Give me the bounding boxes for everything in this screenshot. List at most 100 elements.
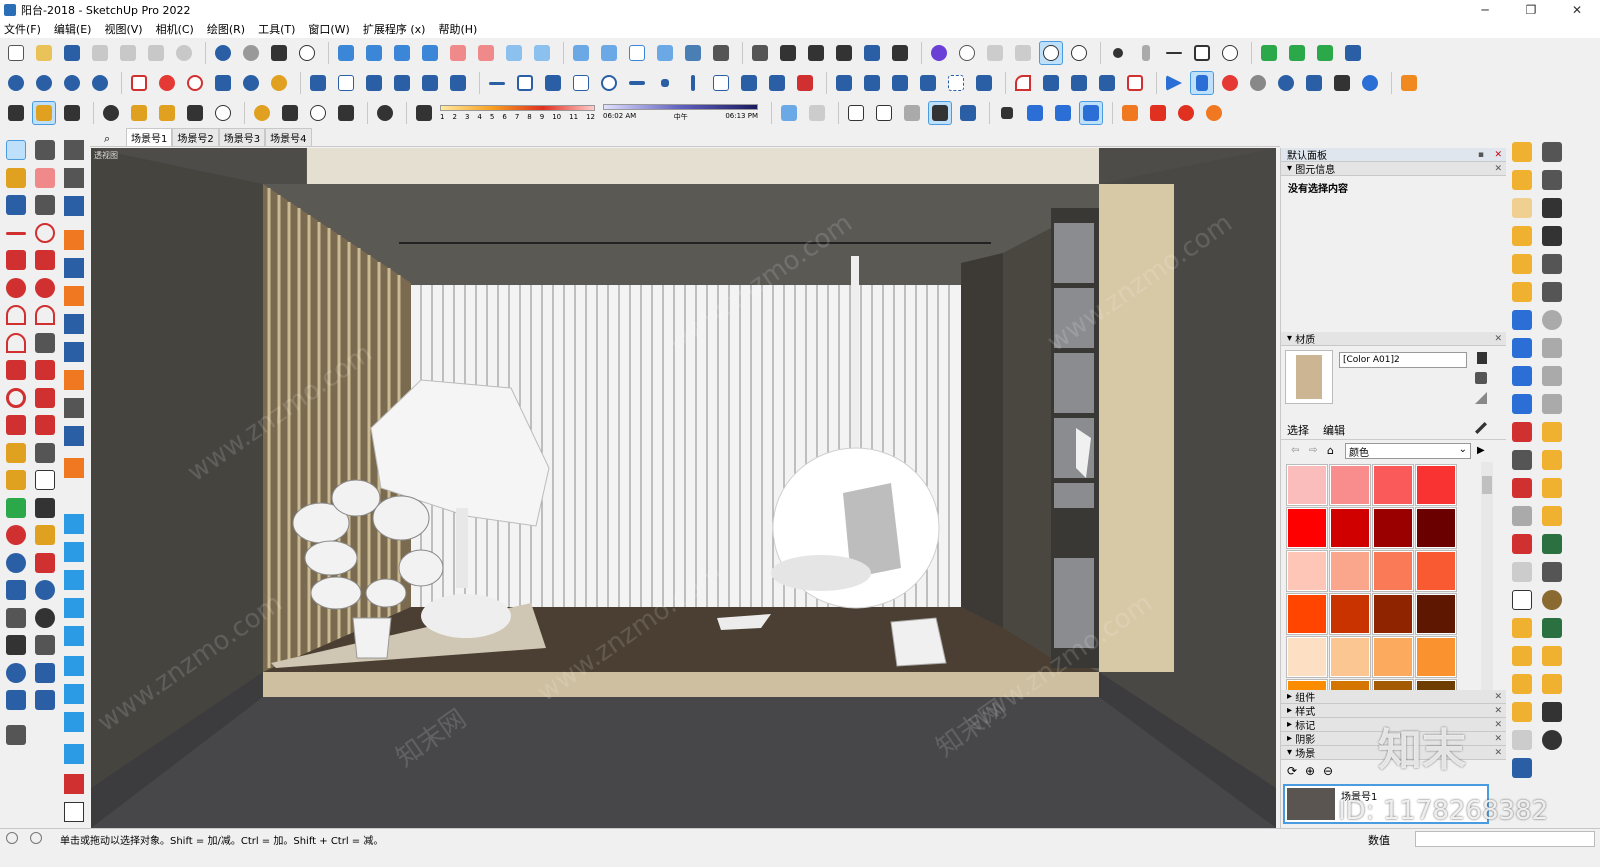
info-icon[interactable]: [306, 101, 330, 125]
cloud-sync-icon[interactable]: [88, 71, 112, 95]
stair2-blue-icon[interactable]: [64, 598, 84, 618]
face-style-2-icon[interactable]: [872, 101, 896, 125]
tab-edit[interactable]: 编辑: [1323, 422, 1345, 438]
pipe-tool-icon[interactable]: [1542, 142, 1562, 162]
rotate-tool-icon[interactable]: [6, 387, 26, 408]
scene-tab-3[interactable]: 场景号3: [218, 128, 266, 146]
details-arrow-icon[interactable]: ▶: [1477, 445, 1485, 456]
paste-icon[interactable]: [144, 41, 168, 65]
orange-tool-2-icon[interactable]: [1146, 101, 1170, 125]
chrome-icon[interactable]: [267, 71, 291, 95]
fillet-icon[interactable]: [1011, 71, 1035, 95]
rectangle-tool-icon[interactable]: [6, 250, 26, 270]
door-icon[interactable]: [541, 71, 565, 95]
entity-info-close-icon[interactable]: ✕: [1494, 164, 1502, 174]
menu-view[interactable]: 视图(V): [104, 21, 142, 37]
wrench-icon[interactable]: [1095, 71, 1119, 95]
print-icon[interactable]: [267, 41, 291, 65]
orange-gear-icon[interactable]: [1202, 101, 1226, 125]
user-icon[interactable]: [373, 101, 397, 125]
export-icon[interactable]: [362, 71, 386, 95]
color-swatch[interactable]: [1373, 637, 1413, 677]
color-swatch[interactable]: [1330, 551, 1370, 591]
sel-b-icon[interactable]: [1512, 702, 1532, 722]
tab-select[interactable]: 选择: [1287, 422, 1309, 438]
orbit-view-icon[interactable]: [955, 41, 979, 65]
pie-tool-icon[interactable]: [35, 332, 55, 353]
blue-cube-1-icon[interactable]: [1023, 101, 1047, 125]
cloud-icon[interactable]: [211, 101, 235, 125]
figure-icon[interactable]: [1542, 506, 1562, 526]
bounding-icon[interactable]: [1123, 71, 1147, 95]
sandbox-contour-icon[interactable]: [6, 662, 26, 683]
color-swatch[interactable]: [1330, 637, 1370, 677]
shadows-close-icon[interactable]: ✕: [1494, 734, 1502, 744]
blue-tool-a-icon[interactable]: [1512, 310, 1532, 330]
paint-bucket-icon[interactable]: [1313, 41, 1337, 65]
menu-file[interactable]: 文件(F): [4, 21, 41, 37]
minimize-button[interactable]: ─: [1462, 0, 1508, 20]
sample-paint-icon[interactable]: [1475, 392, 1487, 404]
hook-icon[interactable]: [1542, 366, 1562, 386]
beam-blue-icon[interactable]: [64, 542, 84, 562]
position-camera-tool-icon[interactable]: [6, 607, 26, 628]
face-style-3-icon[interactable]: [900, 101, 924, 125]
arc3-tool-icon[interactable]: [6, 332, 26, 353]
flip-icon[interactable]: [446, 71, 470, 95]
scale-tool-icon[interactable]: [6, 415, 26, 435]
pattern-icon[interactable]: [155, 101, 179, 125]
previous-view-icon[interactable]: [35, 580, 55, 600]
pencil-blue-icon[interactable]: [64, 140, 84, 160]
edge-line-icon[interactable]: [1162, 41, 1186, 65]
image-red-icon[interactable]: [64, 774, 84, 794]
component-tool-icon[interactable]: [6, 195, 26, 215]
color-swatch[interactable]: [1416, 594, 1456, 634]
hidden-line-icon[interactable]: [625, 41, 649, 65]
color-swatch[interactable]: [1416, 680, 1456, 690]
text-tool-icon[interactable]: [35, 470, 55, 490]
orange-tool-c-icon[interactable]: [1512, 198, 1532, 218]
points-icon[interactable]: [653, 71, 677, 95]
home-icon[interactable]: ⌂: [1327, 444, 1334, 457]
color-swatch[interactable]: [1373, 465, 1413, 505]
scene-tab-2[interactable]: 场景号2: [172, 128, 219, 146]
color-swatch[interactable]: [1287, 637, 1327, 677]
menu-tools[interactable]: 工具(T): [258, 21, 295, 37]
color-swatch[interactable]: [1373, 594, 1413, 634]
maximize-button[interactable]: ❐: [1508, 0, 1554, 20]
bottom-view-icon[interactable]: [502, 41, 526, 65]
box-small-icon[interactable]: [64, 458, 84, 478]
orange-tool-1-icon[interactable]: [1118, 101, 1142, 125]
geo-location-icon[interactable]: [6, 832, 18, 844]
hourglass-icon[interactable]: [1542, 422, 1562, 442]
add-scene-icon[interactable]: ⊕: [1305, 764, 1315, 778]
save-icon[interactable]: [60, 41, 84, 65]
front-view-icon[interactable]: [390, 41, 414, 65]
cloud-upload-icon[interactable]: [60, 71, 84, 95]
dynamic-component-icon[interactable]: [32, 101, 56, 125]
style-cube-1-icon[interactable]: [777, 101, 801, 125]
panel-blue-icon[interactable]: [64, 684, 84, 704]
film-icon[interactable]: [1542, 226, 1562, 246]
auto-b-icon[interactable]: [1542, 646, 1562, 666]
zoom-window-icon[interactable]: [35, 552, 55, 573]
dimension-icon[interactable]: [35, 442, 55, 463]
color-swatch[interactable]: [1287, 551, 1327, 591]
look-around-tool-icon[interactable]: [35, 607, 55, 628]
line-draw-icon[interactable]: [6, 231, 26, 235]
box-orange-icon[interactable]: [64, 286, 84, 306]
menu-help[interactable]: 帮助(H): [438, 21, 477, 37]
folder-icon[interactable]: [306, 71, 330, 95]
line-tool-icon[interactable]: [485, 71, 509, 95]
frame-buffer-icon[interactable]: [1302, 71, 1326, 95]
gear-blue-icon[interactable]: [239, 71, 263, 95]
material-name-field[interactable]: [1339, 352, 1467, 368]
bottles-icon[interactable]: [1542, 534, 1562, 554]
solid-trim-icon[interactable]: [860, 41, 884, 65]
arc-tool-icon[interactable]: [6, 305, 26, 325]
section-plane-icon[interactable]: [530, 41, 554, 65]
play-icon[interactable]: [1162, 71, 1186, 95]
material-thumbnail[interactable]: [1285, 350, 1333, 404]
frame-blue-icon[interactable]: [64, 656, 84, 676]
plugin-icon[interactable]: [1542, 702, 1562, 722]
